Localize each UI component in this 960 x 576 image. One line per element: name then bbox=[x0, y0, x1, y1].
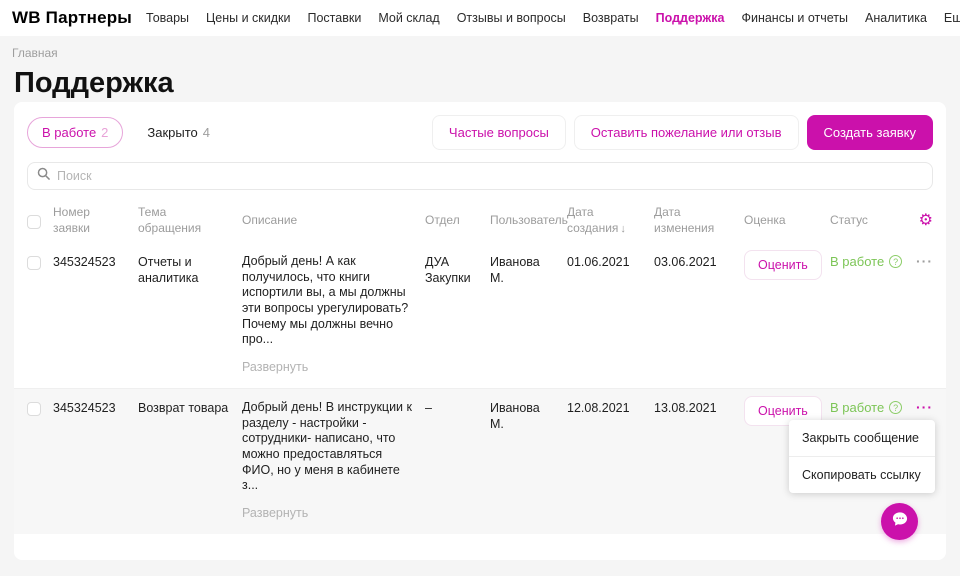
menu-item-close-message[interactable]: Закрыть сообщение bbox=[789, 420, 935, 456]
column-header-rating[interactable]: Оценка bbox=[744, 213, 830, 229]
ticket-department: – bbox=[425, 400, 490, 416]
wb-partners-logo[interactable]: WB Партнеры bbox=[12, 8, 132, 28]
rate-button[interactable]: Оценить bbox=[744, 250, 822, 280]
tab-in-progress-label: В работе bbox=[42, 125, 96, 140]
table-row: 345324523 Отчеты и аналитика Добрый день… bbox=[14, 243, 946, 388]
tab-in-progress-count: 2 bbox=[101, 125, 108, 140]
breadcrumb: Главная bbox=[0, 36, 960, 60]
search-input[interactable] bbox=[57, 169, 923, 183]
status-label: В работе bbox=[830, 400, 884, 415]
row-context-menu: Закрыть сообщение Скопировать ссылку bbox=[789, 420, 935, 493]
ticket-created-date: 12.08.2021 bbox=[567, 400, 654, 416]
ticket-topic: Отчеты и аналитика bbox=[138, 254, 242, 287]
faq-button[interactable]: Частые вопросы bbox=[432, 115, 566, 150]
nav-item-reviews[interactable]: Отзывы и вопросы bbox=[457, 11, 566, 25]
expand-link[interactable]: Развернуть bbox=[242, 505, 308, 521]
tab-closed[interactable]: Закрыто 4 bbox=[147, 125, 210, 140]
more-options-icon[interactable]: ··· bbox=[916, 399, 933, 415]
column-header-department[interactable]: Отдел bbox=[425, 213, 490, 229]
row-checkbox[interactable] bbox=[27, 402, 41, 416]
search-bar bbox=[27, 162, 933, 190]
table-header: Номер заявки Тема обращения Описание Отд… bbox=[27, 190, 933, 243]
table-row: 345324523 Возврат товара Добрый день! В … bbox=[14, 388, 946, 534]
nav-item-supplies[interactable]: Поставки bbox=[308, 11, 362, 25]
nav-item-more[interactable]: Еще6 bbox=[944, 11, 960, 25]
nav-item-goods[interactable]: Товары bbox=[146, 11, 189, 25]
page-title: Поддержка bbox=[14, 67, 948, 100]
more-options-icon[interactable]: ··· bbox=[916, 253, 933, 269]
nav-item-finance[interactable]: Финансы и отчеты bbox=[741, 11, 848, 25]
ticket-modified-date: 13.08.2021 bbox=[654, 400, 744, 416]
status-help-icon[interactable]: ? bbox=[889, 255, 902, 268]
column-header-topic[interactable]: Тема обращения bbox=[138, 205, 242, 236]
ticket-user: Иванова М. bbox=[490, 254, 567, 287]
nav-item-returns[interactable]: Возвраты bbox=[583, 11, 639, 25]
tab-closed-label: Закрыто bbox=[147, 125, 197, 140]
feedback-button[interactable]: Оставить пожелание или отзыв bbox=[574, 115, 799, 150]
ticket-topic: Возврат товара bbox=[138, 400, 242, 416]
select-all-checkbox[interactable] bbox=[27, 215, 41, 229]
tab-closed-count: 4 bbox=[203, 125, 210, 140]
column-header-modified[interactable]: Дата изменения bbox=[654, 205, 744, 236]
ticket-description: Добрый день! В инструкции к разделу - на… bbox=[242, 400, 415, 494]
nav-more-label: Еще bbox=[944, 11, 960, 25]
chat-bubble-icon bbox=[890, 509, 910, 534]
main-nav: Товары Цены и скидки Поставки Мой склад … bbox=[146, 11, 960, 25]
create-ticket-button[interactable]: Создать заявку bbox=[807, 115, 934, 150]
column-header-number[interactable]: Номер заявки bbox=[53, 205, 138, 236]
nav-item-warehouse[interactable]: Мой склад bbox=[378, 11, 439, 25]
ticket-modified-date: 03.06.2021 bbox=[654, 254, 744, 270]
status-badge: В работе ? bbox=[830, 400, 907, 415]
tab-in-progress[interactable]: В работе 2 bbox=[27, 117, 123, 148]
ticket-department: ДУА Закупки bbox=[425, 254, 490, 287]
support-chat-button[interactable] bbox=[881, 503, 918, 540]
nav-item-prices[interactable]: Цены и скидки bbox=[206, 11, 290, 25]
status-label: В работе bbox=[830, 254, 884, 269]
column-header-status[interactable]: Статус bbox=[830, 213, 907, 229]
breadcrumb-home[interactable]: Главная bbox=[12, 46, 58, 60]
support-card: В работе 2 Закрыто 4 Частые вопросы Оста… bbox=[14, 102, 946, 560]
toolbar-buttons: Частые вопросы Оставить пожелание или от… bbox=[432, 115, 933, 150]
nav-item-analytics[interactable]: Аналитика bbox=[865, 11, 927, 25]
settings-gear-icon[interactable]: ⚙ bbox=[919, 212, 933, 229]
nav-item-support[interactable]: Поддержка bbox=[656, 11, 725, 25]
expand-link[interactable]: Развернуть bbox=[242, 359, 308, 375]
column-header-created[interactable]: Дата создания↓ bbox=[567, 205, 654, 236]
search-icon bbox=[37, 167, 50, 185]
filter-toolbar: В работе 2 Закрыто 4 Частые вопросы Оста… bbox=[27, 115, 933, 150]
sort-desc-icon: ↓ bbox=[620, 223, 626, 235]
ticket-created-date: 01.06.2021 bbox=[567, 254, 654, 270]
ticket-user: Иванова М. bbox=[490, 400, 567, 433]
top-navigation: WB Партнеры Товары Цены и скидки Поставк… bbox=[0, 0, 960, 36]
column-header-description[interactable]: Описание bbox=[242, 213, 425, 229]
ticket-description: Добрый день! А как получилось, что книги… bbox=[242, 254, 415, 348]
status-help-icon[interactable]: ? bbox=[889, 401, 902, 414]
column-header-user[interactable]: Пользователь bbox=[490, 213, 567, 229]
menu-item-copy-link[interactable]: Скопировать ссылку bbox=[789, 456, 935, 493]
status-badge: В работе ? bbox=[830, 254, 907, 269]
ticket-number: 345324523 bbox=[53, 400, 138, 416]
ticket-number: 345324523 bbox=[53, 254, 138, 270]
row-checkbox[interactable] bbox=[27, 256, 41, 270]
